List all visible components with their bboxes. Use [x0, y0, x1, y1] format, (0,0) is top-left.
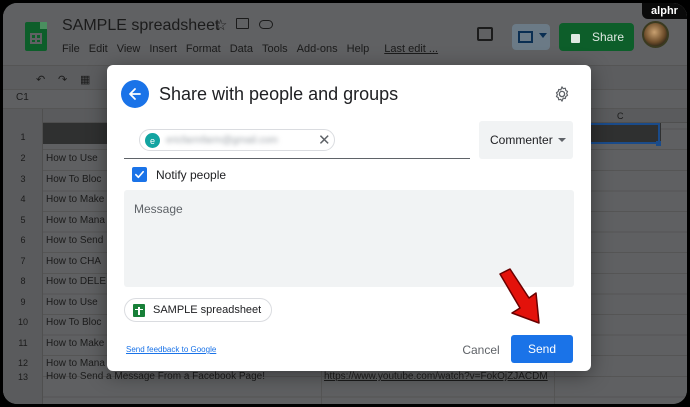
table-row[interactable]: How to CHA [46, 256, 101, 267]
app-window: SAMPLE spreadsheet ☆ File Edit View Inse… [3, 3, 687, 404]
cloud-status-icon [259, 20, 273, 29]
menu-file[interactable]: File [62, 43, 80, 55]
doc-title[interactable]: SAMPLE spreadsheet [62, 17, 219, 35]
table-row[interactable]: How to Make [46, 338, 104, 349]
redo-icon[interactable]: ↷ [58, 73, 67, 86]
row-number[interactable]: 12 [3, 358, 43, 368]
row-number[interactable]: 1 [3, 132, 43, 142]
menu-view[interactable]: View [117, 43, 141, 55]
undo-icon[interactable]: ↶ [36, 73, 45, 86]
comment-history-icon[interactable] [477, 27, 493, 41]
user-avatar[interactable] [642, 21, 669, 48]
menu-tools[interactable]: Tools [262, 43, 288, 55]
table-row[interactable]: How to DELE [46, 276, 106, 287]
table-row[interactable]: How To Bloc [46, 174, 101, 185]
row-number[interactable]: 6 [3, 235, 43, 245]
move-folder-icon[interactable] [236, 18, 249, 29]
row-number[interactable]: 2 [3, 153, 43, 163]
menu-bar: File Edit View Insert Format Data Tools … [62, 43, 447, 55]
file-name: SAMPLE spreadsheet [153, 304, 262, 316]
recipient-email: ericfarmfarm@gmail.com [166, 135, 278, 146]
column-header-c[interactable]: C [617, 111, 624, 121]
row-number[interactable]: 7 [3, 256, 43, 266]
menu-edit[interactable]: Edit [89, 43, 108, 55]
row-number[interactable]: 10 [3, 317, 43, 327]
row-number[interactable]: 9 [3, 297, 43, 307]
menu-insert[interactable]: Insert [149, 43, 177, 55]
table-row[interactable]: How to Send a Message From a Facebook Pa… [46, 371, 265, 382]
gear-icon [555, 86, 569, 102]
lock-icon [571, 33, 580, 43]
row-number[interactable]: 5 [3, 215, 43, 225]
recipient-chip[interactable]: e ericfarmfarm@gmail.com ✕ [139, 129, 335, 151]
recipients-field[interactable]: e ericfarmfarm@gmail.com ✕ [124, 121, 470, 159]
share-button[interactable]: Share [559, 23, 634, 51]
table-row[interactable]: How To Bloc [46, 317, 101, 328]
role-label: Commenter [490, 133, 553, 147]
row-number[interactable]: 8 [3, 276, 43, 286]
fill-handle[interactable] [656, 141, 661, 146]
checkmark-icon [135, 170, 144, 179]
notify-checkbox[interactable] [132, 167, 147, 182]
dialog-title: Share with people and groups [159, 84, 399, 104]
row-number[interactable]: 4 [3, 194, 43, 204]
watermark-badge: alphr [642, 3, 687, 19]
caret-down-icon [558, 138, 566, 142]
settings-button[interactable] [553, 85, 571, 108]
menu-format[interactable]: Format [186, 43, 221, 55]
table-row[interactable]: How to Mana [46, 358, 105, 369]
cancel-button[interactable]: Cancel [455, 338, 507, 362]
row-number[interactable]: 3 [3, 174, 43, 184]
feedback-link[interactable]: Send feedback to Google [126, 345, 216, 354]
present-icon [518, 31, 533, 43]
back-button[interactable] [121, 80, 149, 108]
table-row[interactable]: How to Mana [46, 215, 105, 226]
cell-link[interactable]: https://www.youtube.com/watch?v=FokOjZJA… [324, 371, 548, 382]
share-label: Share [592, 30, 625, 44]
arrow-left-icon [129, 88, 141, 100]
recipient-avatar: e [145, 133, 160, 148]
star-icon[interactable]: ☆ [214, 16, 227, 34]
menu-addons[interactable]: Add-ons [297, 43, 338, 55]
role-dropdown[interactable]: Commenter [479, 121, 573, 159]
notify-label: Notify people [156, 168, 227, 182]
print-icon[interactable]: ▦ [80, 73, 90, 86]
table-row[interactable]: How to Make [46, 194, 104, 205]
row-number[interactable]: 11 [3, 338, 43, 348]
table-row[interactable]: How to Use [46, 153, 98, 164]
last-edit-link[interactable]: Last edit ... [384, 43, 438, 55]
cell-reference[interactable]: C1 [16, 92, 29, 103]
remove-recipient-close-icon[interactable]: ✕ [318, 131, 331, 149]
menu-data[interactable]: Data [230, 43, 253, 55]
table-row[interactable]: How to Use [46, 297, 98, 308]
chevron-down-icon [539, 33, 547, 38]
sheets-file-icon [133, 303, 145, 317]
row-number[interactable]: 13 [3, 372, 43, 382]
send-button[interactable]: Send [511, 335, 573, 363]
file-chip[interactable]: SAMPLE spreadsheet [124, 298, 272, 322]
table-row[interactable]: How to Send [46, 235, 103, 246]
present-button[interactable] [512, 24, 550, 50]
sheets-logo-icon [25, 22, 47, 51]
menu-help[interactable]: Help [347, 43, 370, 55]
red-arrow-annotation-icon [499, 268, 540, 324]
